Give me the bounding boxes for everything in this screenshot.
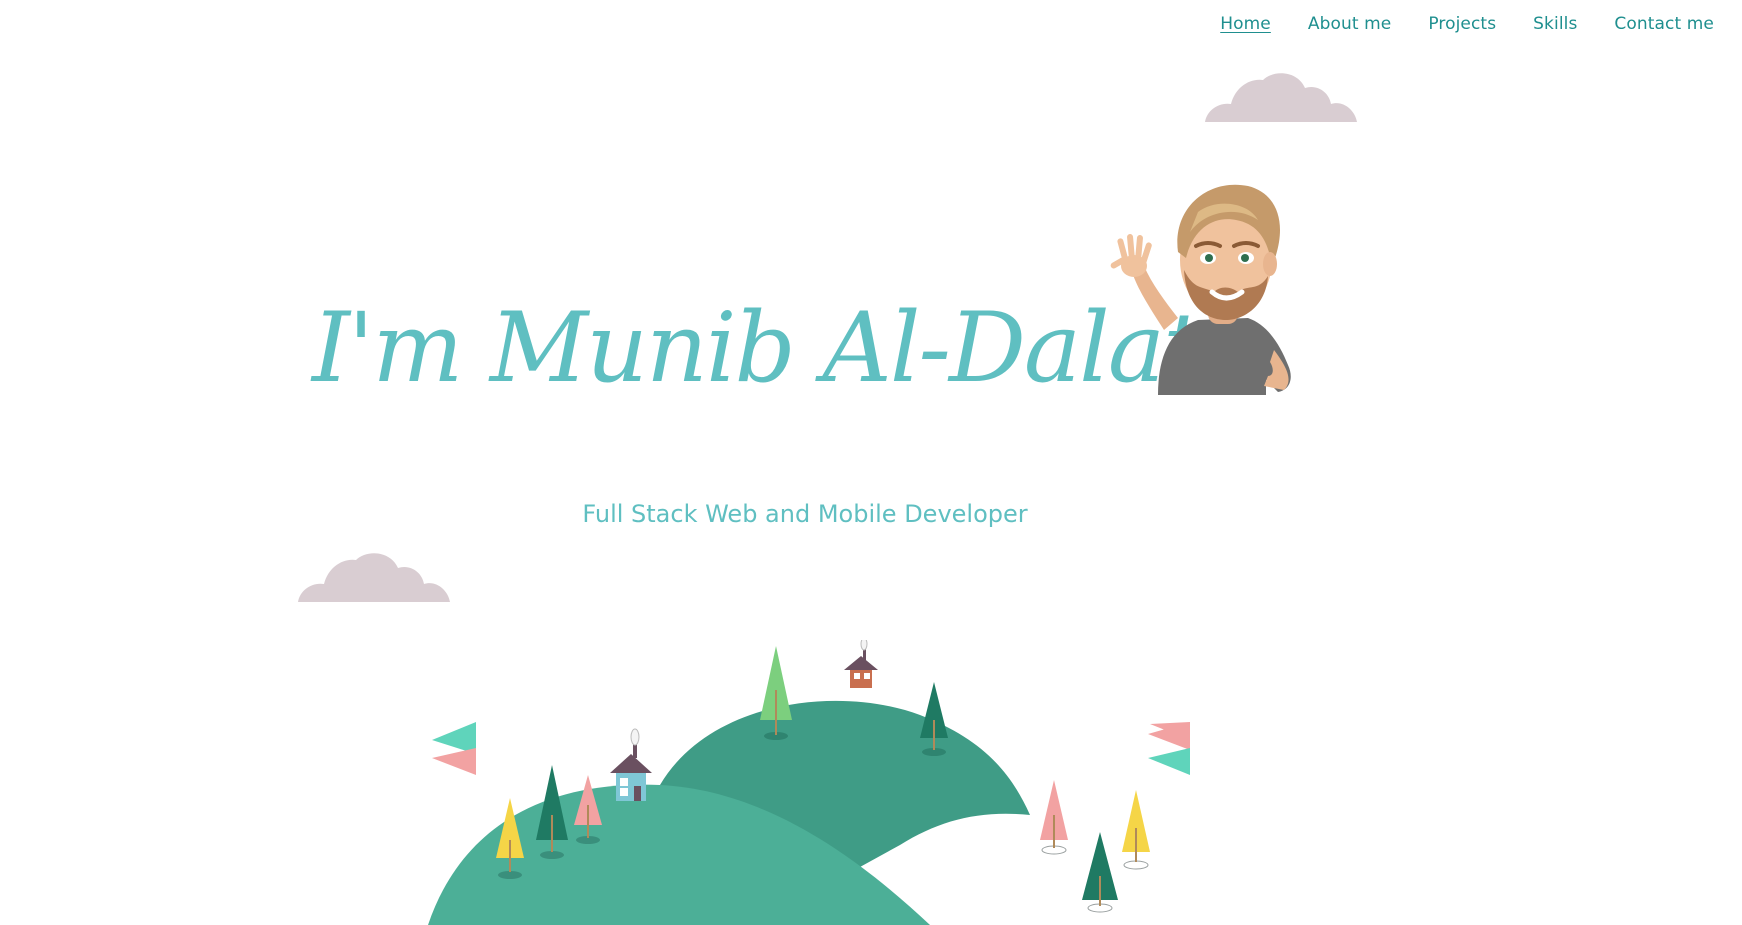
tree-icon bbox=[1122, 790, 1150, 870]
nav-about-link[interactable]: About me bbox=[1308, 14, 1391, 34]
house-icon bbox=[844, 640, 878, 688]
main-nav: Home About me Projects Skills Contact me bbox=[1183, 14, 1714, 34]
nav-contact-link[interactable]: Contact me bbox=[1614, 14, 1714, 34]
flag-icon bbox=[1148, 722, 1190, 775]
cloud-icon bbox=[298, 553, 450, 602]
house-icon bbox=[610, 728, 652, 801]
waving-avatar-icon bbox=[1110, 184, 1291, 395]
tree-icon bbox=[1082, 832, 1118, 913]
landscape-illustration bbox=[428, 640, 1190, 925]
hero-title: I'm Munib Al-Dalati bbox=[312, 292, 1230, 404]
nav-home-link[interactable]: Home bbox=[1220, 14, 1271, 34]
nav-skills-link[interactable]: Skills bbox=[1533, 14, 1577, 34]
hero-subtitle: Full Stack Web and Mobile Developer bbox=[582, 500, 1028, 528]
flag-icon bbox=[432, 722, 476, 775]
tree-icon bbox=[1040, 780, 1068, 855]
nav-projects-link[interactable]: Projects bbox=[1428, 14, 1496, 34]
landing-page: Home About me Projects Skills Contact me… bbox=[0, 0, 1742, 925]
cloud-icon bbox=[1205, 73, 1357, 122]
